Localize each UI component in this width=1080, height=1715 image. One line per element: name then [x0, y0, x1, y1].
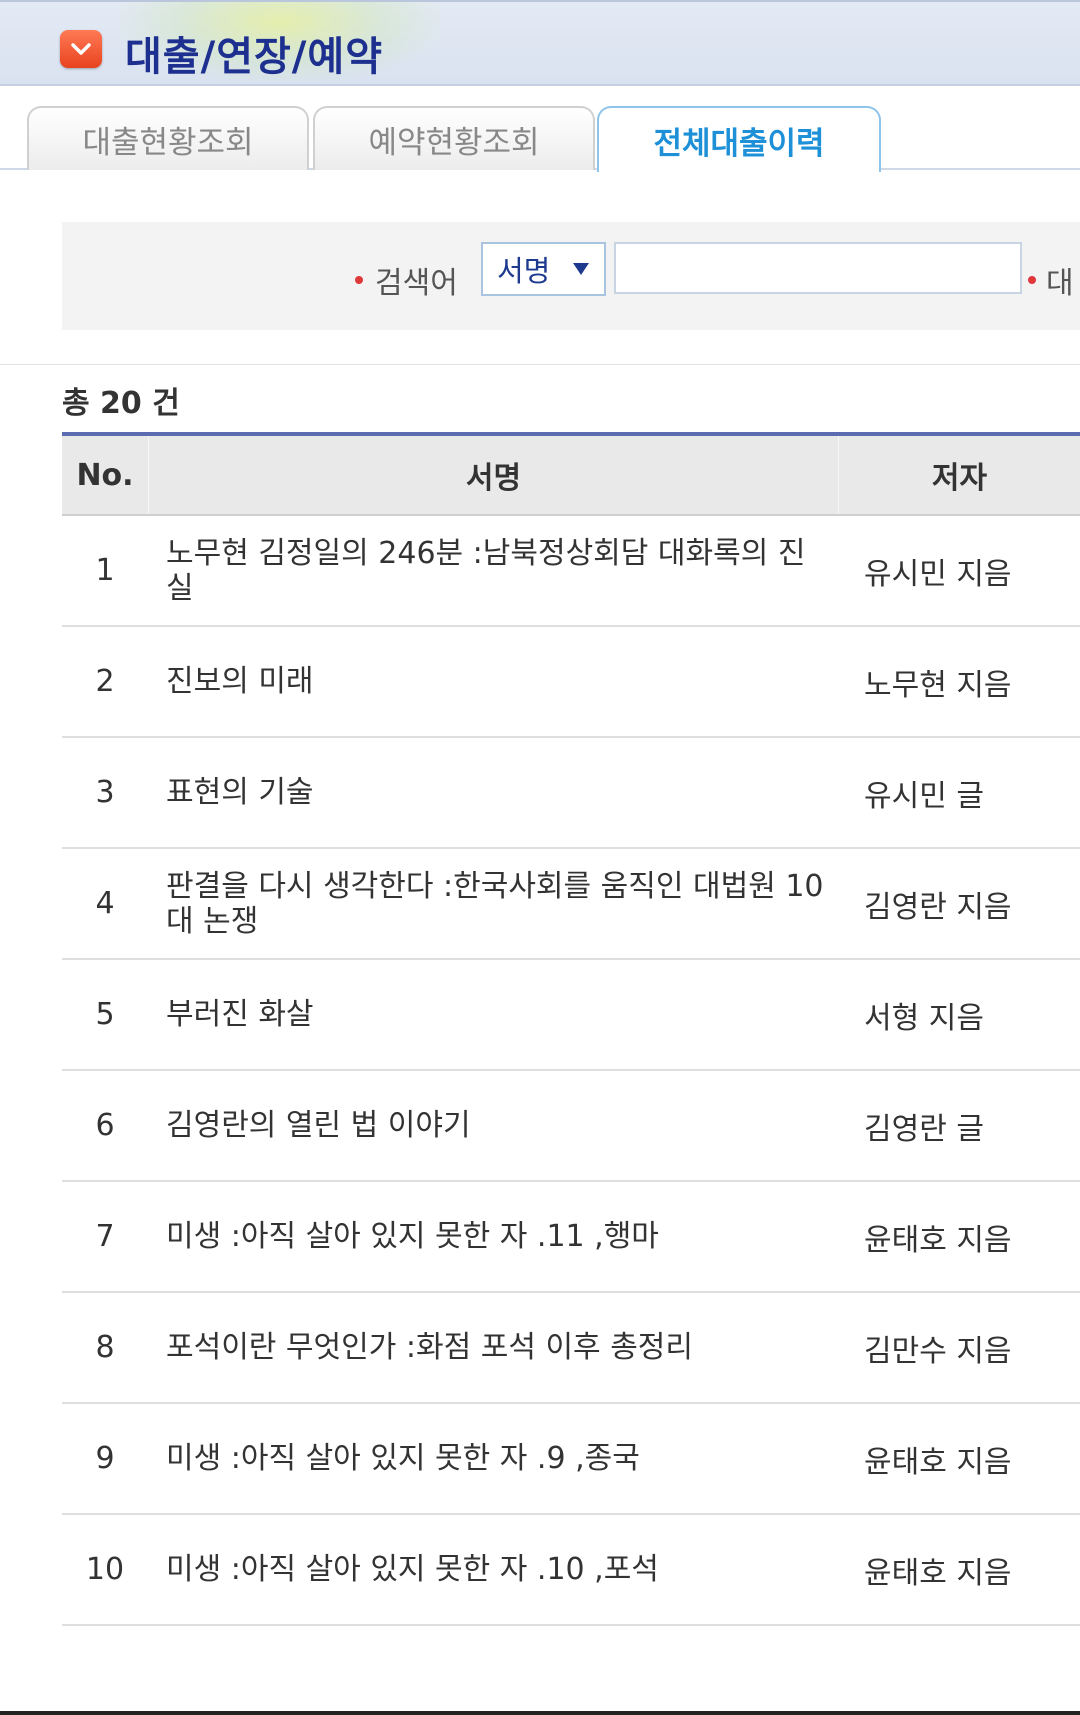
table-header: No. 서명 저자 — [62, 436, 1080, 516]
search-field-select[interactable]: 서명 — [481, 242, 606, 296]
row-number: 7 — [95, 1219, 115, 1254]
book-title[interactable]: 미생 :아직 살아 있지 못한 자 .9 ,종국 — [148, 1404, 838, 1513]
book-title[interactable]: 진보의 미래 — [148, 627, 838, 736]
bullet-icon — [1028, 276, 1036, 284]
row-number: 5 — [95, 997, 115, 1032]
table-row[interactable]: 7 미생 :아직 살아 있지 못한 자 .11 ,행마 윤태호 지음 — [62, 1182, 1080, 1293]
book-author: 유시민 지음 — [864, 556, 1012, 592]
tab-label: 대출현황조회 — [82, 124, 254, 161]
row-number: 8 — [95, 1330, 115, 1365]
tab-label: 예약현황조회 — [368, 124, 540, 161]
book-author: 윤태호 지음 — [864, 1222, 1012, 1258]
row-number: 6 — [95, 1108, 115, 1143]
book-title[interactable]: 미생 :아직 살아 있지 못한 자 .11 ,행마 — [148, 1182, 838, 1291]
book-title[interactable]: 노무현 김정일의 246분 :남북정상회담 대화록의 진실 — [148, 516, 838, 625]
row-number: 4 — [95, 886, 115, 921]
table-row[interactable]: 5 부러진 화살 서형 지음 — [62, 960, 1080, 1071]
book-author: 김영란 지음 — [864, 889, 1012, 925]
table-row[interactable]: 6 김영란의 열린 법 이야기 김영란 글 — [62, 1071, 1080, 1182]
column-header-title: 서명 — [148, 436, 838, 514]
book-title[interactable]: 표현의 기술 — [148, 738, 838, 847]
tab-full-loan-history[interactable]: 전체대출이력 — [597, 106, 881, 172]
book-title[interactable]: 판결을 다시 생각한다 :한국사회를 움직인 대법원 10대 논쟁 — [148, 849, 838, 958]
table-row[interactable]: 3 표현의 기술 유시민 글 — [62, 738, 1080, 849]
book-title[interactable]: 포석이란 무엇인가 :화점 포석 이후 총정리 — [148, 1293, 838, 1402]
loan-history-table: No. 서명 저자 1 노무현 김정일의 246분 :남북정상회담 대화록의 진… — [62, 432, 1080, 1626]
search-label: 검색어 — [355, 258, 458, 302]
book-title[interactable]: 김영란의 열린 법 이야기 — [148, 1071, 838, 1180]
book-author: 유시민 글 — [864, 778, 984, 814]
book-author: 김영란 글 — [864, 1111, 984, 1147]
row-number: 9 — [95, 1441, 115, 1476]
bottom-border — [0, 1711, 1080, 1715]
table-row[interactable]: 9 미생 :아직 살아 있지 못한 자 .9 ,종국 윤태호 지음 — [62, 1404, 1080, 1515]
book-author: 노무현 지음 — [864, 667, 1012, 703]
search-input[interactable] — [614, 242, 1022, 294]
table-row[interactable]: 8 포석이란 무엇인가 :화점 포석 이후 총정리 김만수 지음 — [62, 1293, 1080, 1404]
bullet-icon — [355, 276, 363, 284]
book-author: 서형 지음 — [864, 1000, 984, 1036]
chevron-down-icon — [71, 43, 91, 55]
page-header: 대출/연장/예약 — [0, 0, 1080, 86]
row-number: 10 — [85, 1552, 125, 1587]
tab-reservation-status[interactable]: 예약현황조회 — [313, 106, 595, 170]
table-row[interactable]: 10 미생 :아직 살아 있지 못한 자 .10 ,포석 윤태호 지음 — [62, 1515, 1080, 1626]
table-row[interactable]: 4 판결을 다시 생각한다 :한국사회를 움직인 대법원 10대 논쟁 김영란 … — [62, 849, 1080, 960]
book-title[interactable]: 부러진 화살 — [148, 960, 838, 1069]
triangle-down-icon — [573, 263, 589, 275]
total-count: 총 20 건 — [62, 386, 180, 421]
tab-bar: 대출현황조회 예약현황조회 전체대출이력 — [0, 86, 1080, 172]
tab-loan-status[interactable]: 대출현황조회 — [27, 106, 309, 170]
book-title[interactable]: 미생 :아직 살아 있지 못한 자 .10 ,포석 — [148, 1515, 838, 1624]
table-row[interactable]: 1 노무현 김정일의 246분 :남북정상회담 대화록의 진실 유시민 지음 — [62, 516, 1080, 627]
row-number: 3 — [95, 775, 115, 810]
page-title: 대출/연장/예약 — [125, 34, 384, 80]
book-author: 윤태호 지음 — [864, 1555, 1012, 1591]
menu-toggle-button[interactable] — [60, 30, 102, 68]
table-row[interactable]: 2 진보의 미래 노무현 지음 — [62, 627, 1080, 738]
row-number: 2 — [95, 664, 115, 699]
row-number: 1 — [95, 553, 115, 588]
divider — [0, 364, 1080, 365]
book-author: 윤태호 지음 — [864, 1444, 1012, 1480]
search-label-secondary: 대 — [1028, 258, 1074, 302]
book-author: 김만수 지음 — [864, 1333, 1012, 1369]
select-value: 서명 — [497, 254, 551, 288]
column-header-no: No. — [76, 457, 134, 493]
tab-label: 전체대출이력 — [653, 125, 825, 162]
column-header-author: 저자 — [838, 436, 1080, 514]
